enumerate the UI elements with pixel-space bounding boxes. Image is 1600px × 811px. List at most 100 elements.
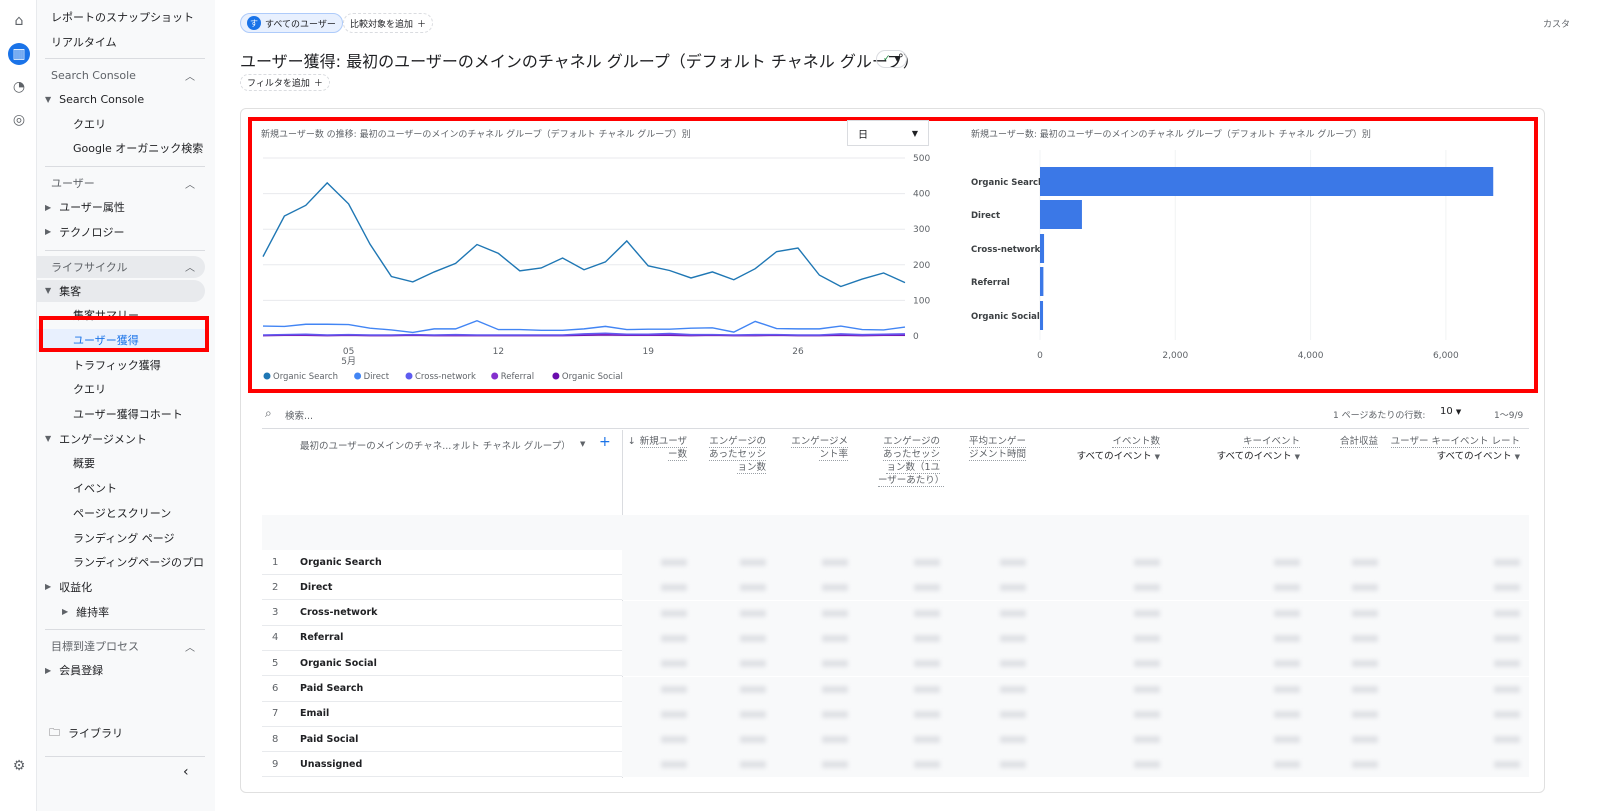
- home-icon[interactable]: ⌂: [8, 10, 30, 32]
- caret-down-icon[interactable]: ▼: [1295, 453, 1300, 461]
- sidebar-item[interactable]: ▶ ユーザー属性: [37, 196, 205, 218]
- column-header[interactable]: ↓ 新規ユーザー数: [625, 435, 687, 461]
- blurred-metric: [661, 761, 687, 769]
- column-header[interactable]: 平均エンゲージメント時間: [964, 435, 1026, 461]
- sidebar-item[interactable]: イベント: [37, 477, 205, 499]
- table-row[interactable]: 5 Organic Social: [262, 651, 1529, 677]
- column-header[interactable]: エンゲージメント率: [786, 435, 848, 461]
- blurred-metric: [661, 609, 687, 617]
- sidebar-item[interactable]: ランディング ページ: [37, 527, 205, 549]
- row-index: 3: [272, 607, 279, 619]
- customize-link[interactable]: カスタ: [1543, 17, 1570, 30]
- library-label: ライブラリ: [68, 727, 123, 740]
- table-search-input[interactable]: 検索...: [285, 408, 313, 422]
- column-header-label: エンゲージメント率: [791, 436, 848, 461]
- table-row[interactable]: 2 Direct: [262, 575, 1529, 601]
- column-header[interactable]: 合計収益: [1316, 435, 1378, 448]
- sidebar-item[interactable]: ▶ テクノロジー: [37, 221, 205, 243]
- gear-icon[interactable]: ⚙: [8, 755, 30, 777]
- metric-event-filter[interactable]: すべてのイベント: [1437, 451, 1512, 462]
- sidebar-item[interactable]: 概要: [37, 452, 205, 474]
- blurred-metric: [1494, 736, 1520, 744]
- advertising-icon[interactable]: ◎: [8, 109, 30, 131]
- add-comparison-button[interactable]: 比較対象を追加＋: [343, 13, 434, 33]
- dimension-header[interactable]: 最初のユーザーのメインのチャネ...ォルト チャネル グループ）: [300, 438, 571, 452]
- legend-item[interactable]: Organic Social: [552, 372, 623, 382]
- blurred-metric: [1494, 559, 1520, 566]
- sidebar-item[interactable]: Google オーガニック検索レ...: [37, 137, 205, 159]
- rows-per-page-label: 1 ページあたりの行数:: [1333, 411, 1426, 421]
- x-tick-label: 19: [642, 347, 654, 357]
- add-filter-button[interactable]: フィルタを追加＋: [240, 74, 330, 91]
- line-chart-title: 新規ユーザー数 の推移: 最初のユーザーのメインのチャネル グループ（デフォルト…: [261, 130, 691, 140]
- blurred-metric: [661, 584, 687, 592]
- bar[interactable]: [1040, 167, 1494, 196]
- reports-icon[interactable]: ▥: [8, 43, 30, 65]
- sidebar-item[interactable]: ▶ 会員登録: [37, 659, 205, 681]
- legend-item[interactable]: Referral: [491, 372, 534, 382]
- sort-desc-icon[interactable]: ↓: [628, 436, 636, 447]
- metric-event-filter[interactable]: すべてのイベント: [1077, 451, 1152, 462]
- sidebar-item[interactable]: ランディングページのプロ...: [37, 551, 205, 573]
- sidebar-section-title: 目標到達プロセス: [51, 640, 139, 654]
- sidebar-item[interactable]: クエリ: [37, 378, 205, 400]
- bar[interactable]: [1040, 200, 1082, 229]
- caret-down-icon[interactable]: ▼: [580, 440, 585, 448]
- caret-down-icon[interactable]: ▼: [1515, 453, 1520, 461]
- sidebar-item[interactable]: ユーザー獲得コホート: [37, 403, 205, 425]
- divider: [45, 249, 205, 251]
- sidebar-item[interactable]: クエリ: [37, 113, 205, 135]
- sidebar-section[interactable]: 目標到達プロセス ︿: [37, 635, 205, 657]
- sidebar-section[interactable]: Search Console ︿: [37, 64, 205, 86]
- segment-chip[interactable]: す すべてのユーザー: [240, 13, 343, 33]
- blurred-metric: [740, 685, 766, 693]
- sidebar-section[interactable]: ユーザー ︿: [37, 172, 205, 194]
- table-row[interactable]: 6 Paid Search: [262, 676, 1529, 702]
- column-header[interactable]: キーイベント すべてのイベント ▼: [1160, 435, 1300, 464]
- blurred-metric: [822, 685, 848, 693]
- sidebar-item[interactable]: トラフィック獲得: [37, 354, 205, 376]
- table-row[interactable]: 7 Email: [262, 701, 1529, 727]
- status-dropdown[interactable]: ✓ ▼: [876, 50, 907, 68]
- table-row[interactable]: 1 Organic Search: [262, 550, 1529, 575]
- blurred-metric: [661, 660, 687, 668]
- legend-item[interactable]: Direct: [354, 372, 390, 382]
- column-header[interactable]: エンゲージのあったセッション数: [704, 435, 766, 474]
- sidebar-item[interactable]: ▶ 収益化: [37, 576, 205, 598]
- sidebar-item[interactable]: ▼ エンゲージメント: [37, 428, 205, 450]
- row-index: 2: [272, 581, 279, 593]
- blurred-metric: [822, 584, 848, 592]
- table-row[interactable]: 9 Unassigned: [262, 752, 1529, 778]
- column-header[interactable]: ユーザー キーイベント レート すべてのイベント ▼: [1380, 435, 1520, 464]
- sidebar-item[interactable]: レポートのスナップショット: [37, 6, 205, 28]
- sidebar-item-label: ランディングページのプロ...: [73, 556, 205, 570]
- table-row[interactable]: 3 Cross-network: [262, 600, 1529, 626]
- blurred-metric: [822, 736, 848, 744]
- legend-item[interactable]: Organic Search: [263, 372, 338, 382]
- caret-down-icon: ▼: [45, 434, 52, 444]
- sidebar-item[interactable]: ▼ Search Console: [37, 88, 205, 110]
- sidebar-item[interactable]: リアルタイム: [37, 31, 205, 53]
- sidebar-section[interactable]: ライフサイクル ︿: [37, 255, 205, 278]
- sidebar-item[interactable]: ▶ 維持率: [37, 601, 205, 623]
- sidebar-item[interactable]: ▼ 集客: [37, 279, 205, 302]
- table-row[interactable]: 8 Paid Social: [262, 727, 1529, 753]
- column-header[interactable]: イベント数 すべてのイベント ▼: [1020, 435, 1160, 464]
- blurred-metric: [1274, 584, 1300, 592]
- metric-event-filter[interactable]: すべてのイベント: [1217, 451, 1292, 462]
- column-header[interactable]: エンゲージのあったセッション数（1ユーザーあたり）: [878, 435, 945, 487]
- bar[interactable]: [1040, 267, 1044, 296]
- bar[interactable]: [1040, 234, 1045, 263]
- collapse-sidebar-icon[interactable]: ‹: [183, 764, 189, 780]
- granularity-select[interactable]: 日 ▼: [847, 120, 929, 146]
- add-dimension-button[interactable]: +: [599, 434, 611, 450]
- table-row[interactable]: 4 Referral: [262, 625, 1529, 651]
- library-link[interactable]: 🗀 ライブラリ: [37, 722, 205, 744]
- x-tick-label: 12: [493, 347, 504, 357]
- rows-per-page-select[interactable]: 10 ▼: [1440, 406, 1461, 417]
- bar[interactable]: [1040, 301, 1044, 330]
- explore-icon[interactable]: ◔: [8, 76, 30, 98]
- blurred-metric: [661, 736, 687, 744]
- sidebar-item[interactable]: ページとスクリーン: [37, 502, 205, 524]
- legend-item[interactable]: Cross-network: [405, 372, 476, 382]
